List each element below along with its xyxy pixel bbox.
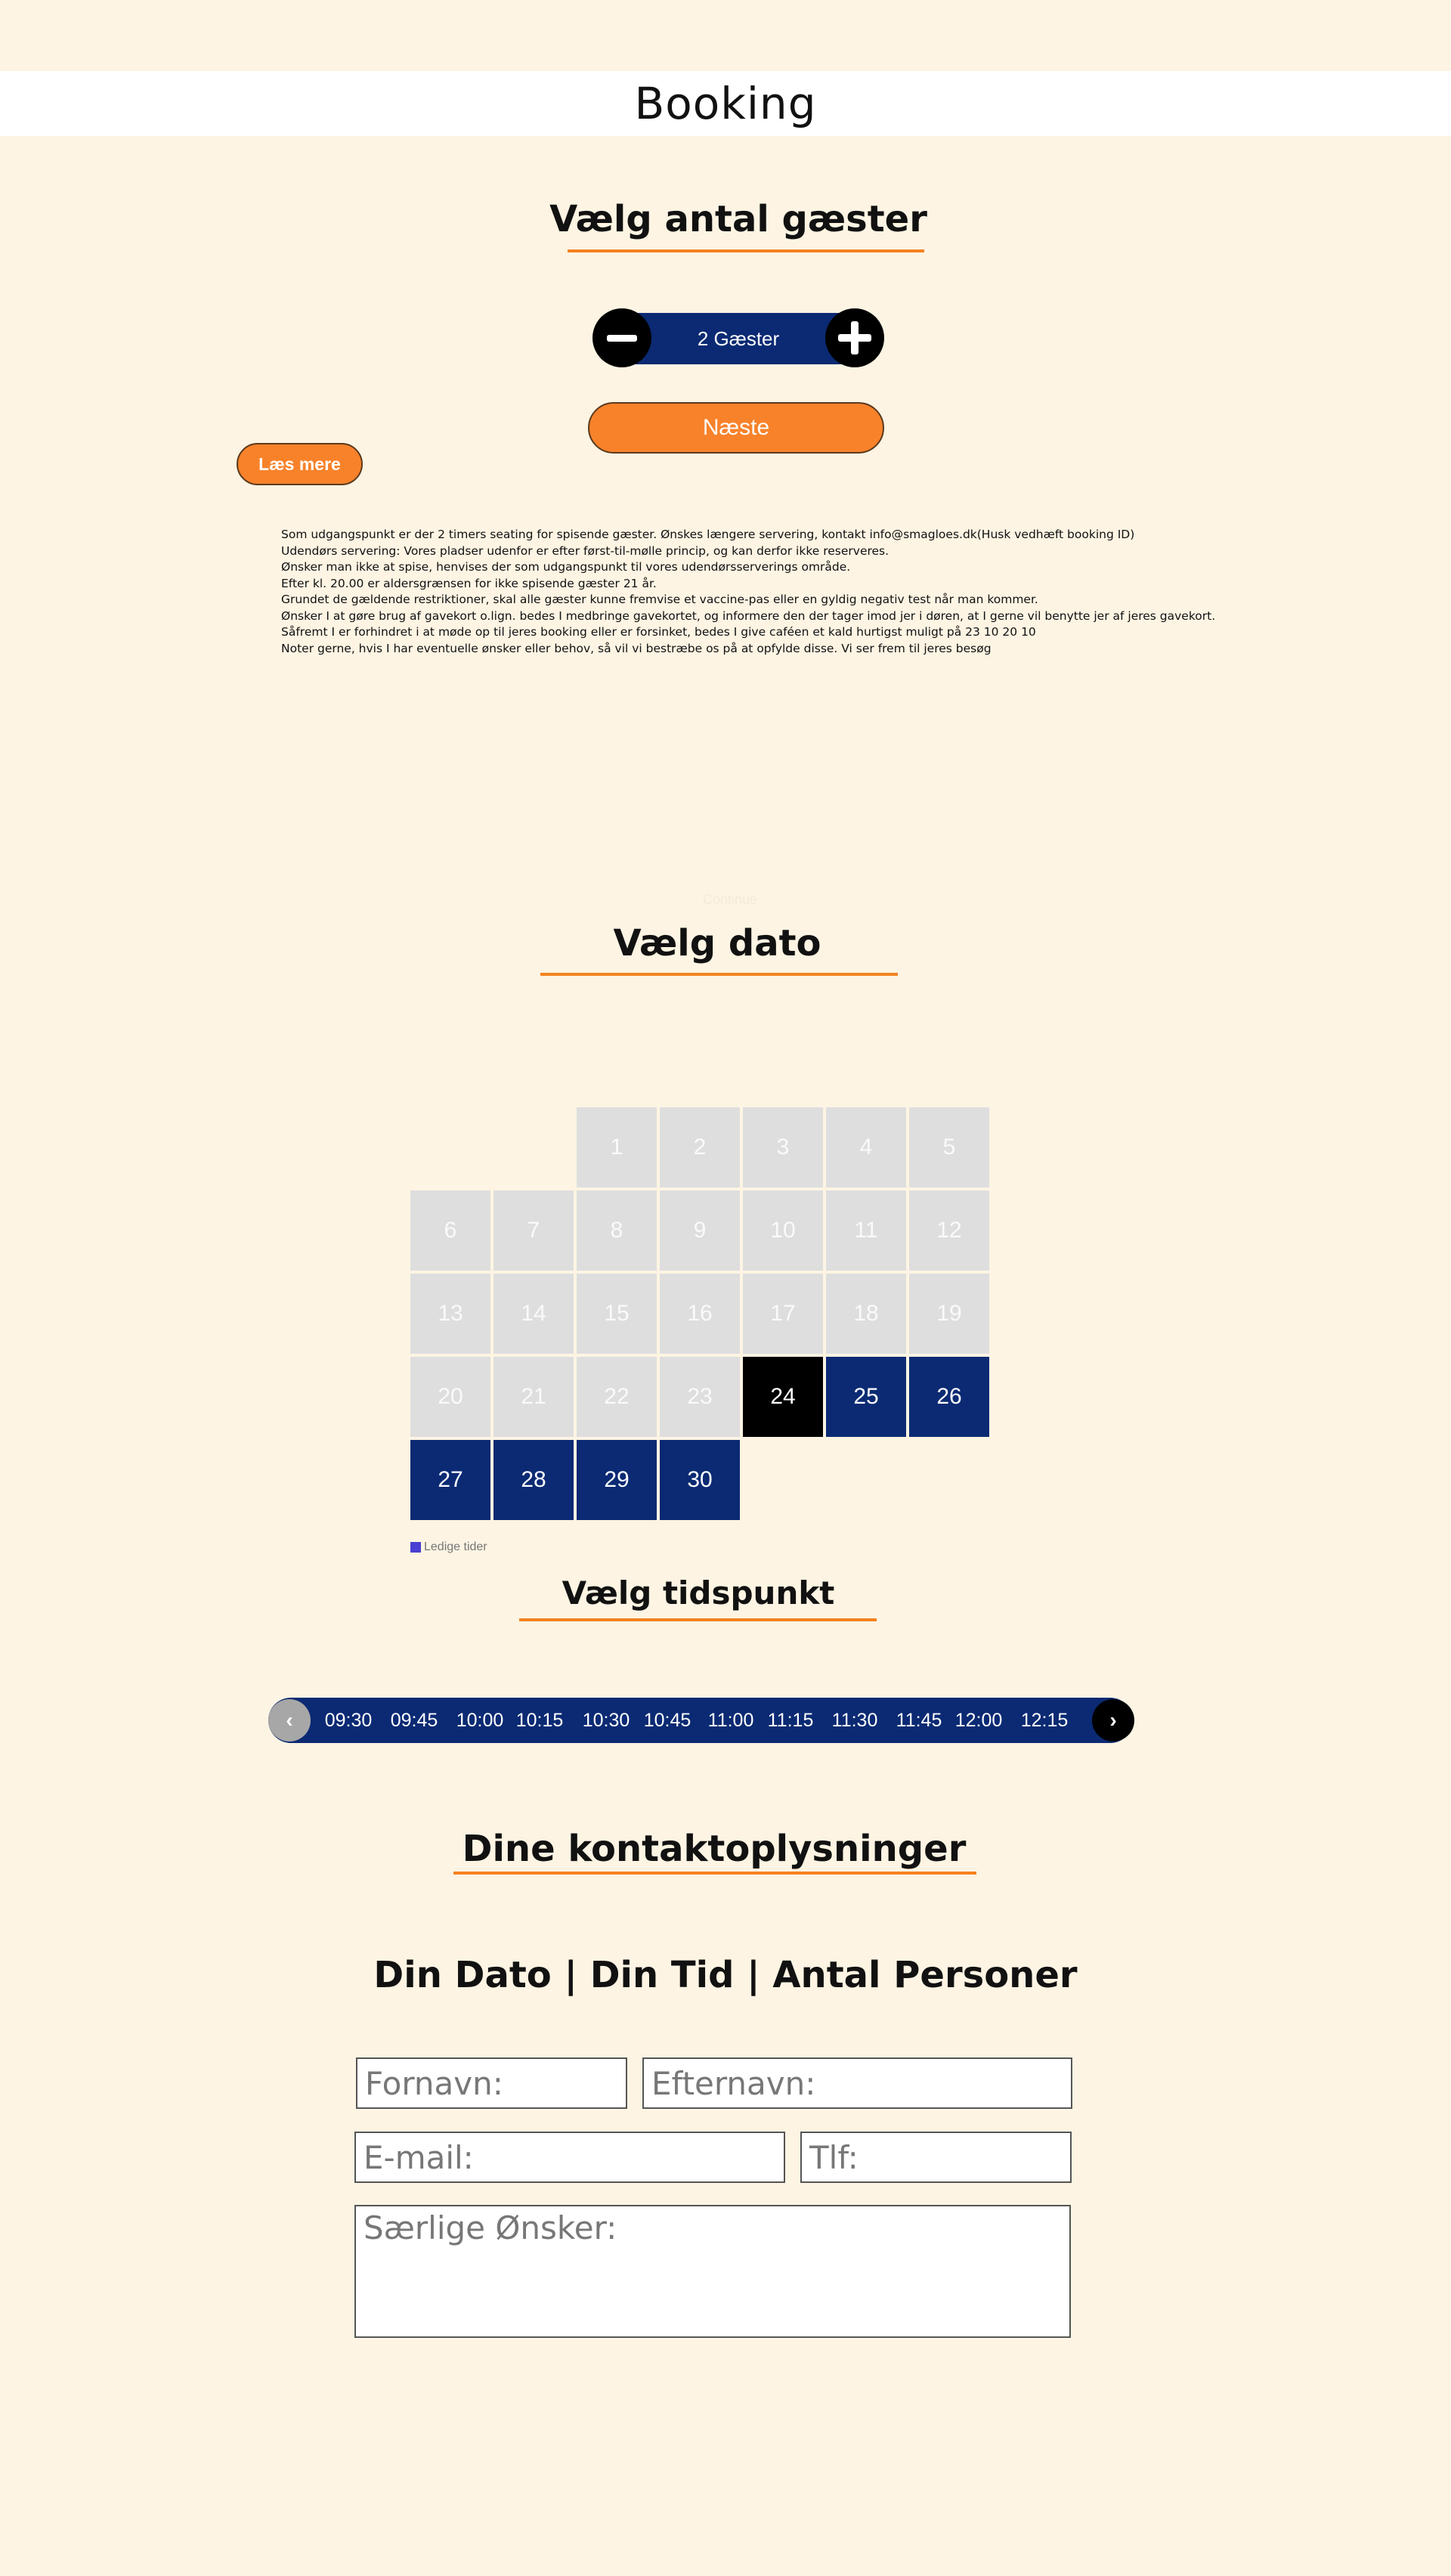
phone-field[interactable] — [800, 2132, 1072, 2183]
time-slot[interactable]: 10:45 — [637, 1698, 698, 1743]
time-slot[interactable]: 12:15 — [1014, 1698, 1075, 1743]
legend-label: Ledige tider — [424, 1540, 487, 1553]
special-wishes-field[interactable] — [354, 2205, 1071, 2338]
calendar-day-2: 2 — [660, 1107, 740, 1187]
calendar-day-16: 16 — [660, 1274, 740, 1354]
calendar-day-8: 8 — [577, 1190, 657, 1271]
contact-heading: Dine kontaktoplysninger — [462, 1828, 967, 1870]
minus-icon — [607, 334, 637, 342]
info-line: Grundet de gældende restriktioner, skal … — [281, 593, 1038, 606]
calendar-day-9: 9 — [660, 1190, 740, 1271]
page-header: Booking — [0, 71, 1451, 136]
time-heading-underline — [519, 1618, 877, 1621]
calendar-legend: Ledige tider — [410, 1540, 487, 1554]
calendar-day-26[interactable]: 26 — [909, 1357, 989, 1437]
calendar-day-28[interactable]: 28 — [493, 1440, 574, 1520]
calendar-day-25[interactable]: 25 — [826, 1357, 906, 1437]
guests-heading: Vælg antal gæster — [549, 198, 927, 240]
guest-stepper: 2 Gæster — [592, 308, 884, 369]
calendar-day-20: 20 — [410, 1357, 490, 1437]
time-slot[interactable]: 10:30 — [576, 1698, 636, 1743]
info-line: Udendørs servering: Vores pladser udenfo… — [281, 543, 889, 558]
contact-heading-underline — [453, 1872, 976, 1875]
increase-guests-button[interactable] — [825, 308, 884, 367]
booking-summary: Din Dato | Din Tid | Antal Personer — [373, 1954, 1078, 1996]
calendar-day-10: 10 — [743, 1190, 823, 1271]
time-slot[interactable]: 10:00 — [450, 1698, 510, 1743]
continue-label: Continue — [703, 892, 758, 907]
time-slot[interactable]: 12:00 — [948, 1698, 1009, 1743]
last-name-field[interactable] — [642, 2057, 1072, 2109]
read-more-button[interactable]: Læs mere — [237, 443, 363, 485]
next-button[interactable]: Næste — [588, 402, 884, 454]
info-line: Efter kl. 20.00 er aldersgrænsen for ikk… — [281, 576, 657, 590]
calendar-grid: 1 2 3 4 5 6 7 8 9 10 11 12 13 14 15 16 17 18 19 20 21 22 23 24 2… — [410, 1107, 991, 1523]
calendar-day-13: 13 — [410, 1274, 490, 1354]
info-line: Noter gerne, hvis I har eventuelle ønske… — [281, 641, 992, 655]
calendar-day-12: 12 — [909, 1190, 989, 1271]
info-line: Som udgangspunkt er der 2 timers seating… — [281, 528, 1135, 541]
calendar-day-3: 3 — [743, 1107, 823, 1187]
calendar-day-17: 17 — [743, 1274, 823, 1354]
date-heading: Vælg dato — [613, 922, 821, 964]
calendar-day-14: 14 — [493, 1274, 574, 1354]
calendar-day-24[interactable]: 24 — [743, 1357, 823, 1437]
email-field[interactable] — [354, 2132, 785, 2183]
calendar-day-21: 21 — [493, 1357, 574, 1437]
calendar-day-22: 22 — [577, 1357, 657, 1437]
time-heading: Vælg tidspunkt — [562, 1574, 835, 1612]
chevron-left-icon: ‹ — [286, 1708, 293, 1732]
time-slot[interactable]: 11:15 — [760, 1698, 821, 1743]
time-slot[interactable]: 11:00 — [701, 1698, 761, 1743]
calendar-day-18: 18 — [826, 1274, 906, 1354]
guest-count-display: 2 Gæster — [618, 313, 859, 364]
time-slot[interactable]: 11:30 — [825, 1698, 885, 1743]
calendar-day-6: 6 — [410, 1190, 490, 1271]
calendar-day-4: 4 — [826, 1107, 906, 1187]
time-slot-bar: 09:30 09:45 10:00 10:15 10:30 10:45 11:00 11:15… — [268, 1698, 1133, 1743]
chevron-right-icon: › — [1109, 1708, 1117, 1732]
calendar-day-19: 19 — [909, 1274, 989, 1354]
calendar-day-7: 7 — [493, 1190, 574, 1271]
time-slot[interactable]: 11:45 — [889, 1698, 949, 1743]
calendar-day-29[interactable]: 29 — [577, 1440, 657, 1520]
calendar-day-11: 11 — [826, 1190, 906, 1271]
first-name-field[interactable] — [356, 2057, 627, 2109]
guests-heading-underline — [568, 249, 924, 252]
guest-count-label: 2 Gæster — [697, 327, 780, 350]
decrease-guests-button[interactable] — [592, 308, 651, 367]
calendar-day-30[interactable]: 30 — [660, 1440, 740, 1520]
calendar-day-23: 23 — [660, 1357, 740, 1437]
date-heading-underline — [540, 973, 898, 976]
time-slot[interactable]: 09:30 — [318, 1698, 379, 1743]
page-title: Booking — [634, 78, 817, 129]
plus-icon — [838, 321, 871, 355]
previous-times-button[interactable]: ‹ — [268, 1699, 311, 1742]
next-times-button[interactable]: › — [1092, 1699, 1134, 1742]
calendar-day-27[interactable]: 27 — [410, 1440, 490, 1520]
info-line: Såfremt I er forhindret i at møde op til… — [281, 625, 1036, 639]
info-line: Ønsker man ikke at spise, henvises der s… — [281, 560, 851, 574]
calendar-day-15: 15 — [577, 1274, 657, 1354]
time-slot[interactable]: 10:15 — [509, 1698, 570, 1743]
calendar-day-1: 1 — [577, 1107, 657, 1187]
legend-swatch — [410, 1542, 421, 1553]
calendar-day-5: 5 — [909, 1107, 989, 1187]
booking-info-text: Som udgangspunkt er der 2 timers seating… — [281, 527, 1279, 657]
info-line: Ønsker I at gøre brug af gavekort o.lign… — [281, 608, 1216, 623]
time-slot[interactable]: 09:45 — [384, 1698, 444, 1743]
